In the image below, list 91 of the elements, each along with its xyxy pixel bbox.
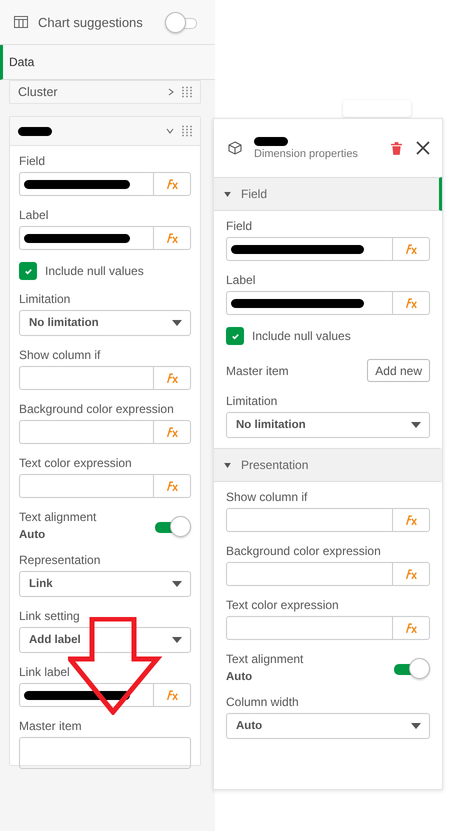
toggle-value: Auto: [226, 671, 254, 683]
checkbox[interactable]: [226, 327, 244, 345]
fx-icon: [165, 690, 179, 700]
fx-icon: [404, 298, 418, 308]
fx-icon: [404, 568, 418, 580]
expression-button[interactable]: [153, 366, 191, 390]
caret-icon: [172, 581, 182, 587]
field-label: Master item: [226, 364, 289, 378]
field-label: Background color expression: [19, 402, 175, 416]
field-label: Text color expression: [226, 598, 340, 612]
close-icon[interactable]: [416, 141, 430, 155]
trash-icon[interactable]: [391, 142, 402, 154]
expression-field[interactable]: [19, 420, 153, 444]
field-label: Text color expression: [19, 456, 133, 470]
expression-button[interactable]: [153, 683, 191, 707]
drag-handle-icon: [182, 125, 192, 137]
field-label: Link label: [19, 665, 71, 679]
cluster-card[interactable]: Cluster: [9, 80, 201, 104]
checkmark-icon: [230, 332, 240, 340]
expression-field[interactable]: [226, 616, 392, 640]
field-label: Text alignment: [226, 652, 304, 666]
table-icon: [14, 16, 28, 28]
fx-icon: [404, 622, 418, 634]
toggle-value: Auto: [19, 529, 46, 541]
caret-icon: [172, 637, 182, 643]
expression-button[interactable]: [392, 291, 430, 315]
caret-icon: [224, 192, 231, 196]
expression-button[interactable]: [153, 420, 191, 444]
expression-field[interactable]: [19, 226, 153, 250]
expression-field[interactable]: [226, 508, 392, 532]
drag-handle-icon: [182, 86, 192, 98]
fx-icon: [165, 232, 179, 244]
field-label: Limitation: [226, 394, 278, 408]
caret-icon: [411, 723, 421, 729]
field-label: Representation: [19, 553, 102, 567]
caret-icon: [172, 320, 182, 326]
expression-button[interactable]: [153, 226, 191, 250]
expression-button[interactable]: [392, 237, 430, 261]
field-label: Show column if: [19, 348, 102, 362]
expression-field[interactable]: [226, 237, 392, 261]
caret-icon: [224, 462, 231, 468]
fx-icon: [165, 372, 179, 384]
dropdown[interactable]: No limitation: [226, 412, 430, 438]
fx-icon: [165, 426, 179, 438]
checkbox[interactable]: [19, 262, 37, 280]
fx-icon: [165, 178, 179, 190]
chart-suggestions-label: Chart suggestions: [38, 14, 144, 30]
checkbox-label: Include null values: [252, 329, 351, 343]
add-new-button[interactable]: Add new: [367, 359, 430, 382]
expression-button[interactable]: [153, 474, 191, 498]
field-label: Master item: [19, 719, 83, 733]
toggle-switch[interactable]: [153, 516, 191, 536]
field-label: Field: [19, 154, 46, 168]
dropdown[interactable]: Link: [19, 571, 191, 597]
field-label: Column width: [226, 695, 300, 709]
checkbox-label: Include null values: [45, 264, 144, 278]
field-label: Show column if: [226, 490, 308, 504]
cube-icon: [228, 141, 242, 155]
dropdown[interactable]: No limitation: [19, 310, 191, 336]
fx-icon: [165, 480, 179, 492]
expression-field[interactable]: [226, 562, 392, 586]
field-label: Background color expression: [226, 544, 382, 558]
data-tab[interactable]: Data: [0, 45, 215, 80]
master-item-button[interactable]: [19, 737, 191, 769]
dropdown[interactable]: Auto: [226, 713, 430, 739]
field-label: Label: [19, 208, 50, 222]
fx-icon: [404, 514, 418, 526]
dropdown[interactable]: Add label: [19, 627, 191, 653]
expression-button[interactable]: [392, 616, 430, 640]
toggle-switch[interactable]: [392, 658, 430, 678]
expression-field[interactable]: [19, 172, 153, 196]
card-title: Cluster: [18, 85, 59, 99]
dimension-card-header[interactable]: [10, 117, 200, 146]
section-header[interactable]: Presentation: [214, 448, 442, 482]
section-header[interactable]: Field: [214, 177, 442, 211]
fx-icon: [404, 244, 418, 254]
expression-field[interactable]: [19, 474, 153, 498]
expression-field[interactable]: [19, 683, 153, 707]
field-label: Limitation: [19, 292, 72, 306]
expression-field[interactable]: [19, 366, 153, 390]
expression-field[interactable]: [226, 291, 392, 315]
caret-icon: [411, 422, 421, 428]
expression-button[interactable]: [392, 562, 430, 586]
panel-subtitle: Dimension properties: [254, 148, 359, 160]
checkmark-icon: [24, 266, 32, 276]
field-label: Link setting: [19, 609, 81, 623]
expression-button[interactable]: [153, 172, 191, 196]
expression-button[interactable]: [392, 508, 430, 532]
field-label: Text alignment: [19, 510, 96, 524]
field-label: Label: [226, 273, 256, 287]
field-label: Field: [226, 219, 254, 233]
